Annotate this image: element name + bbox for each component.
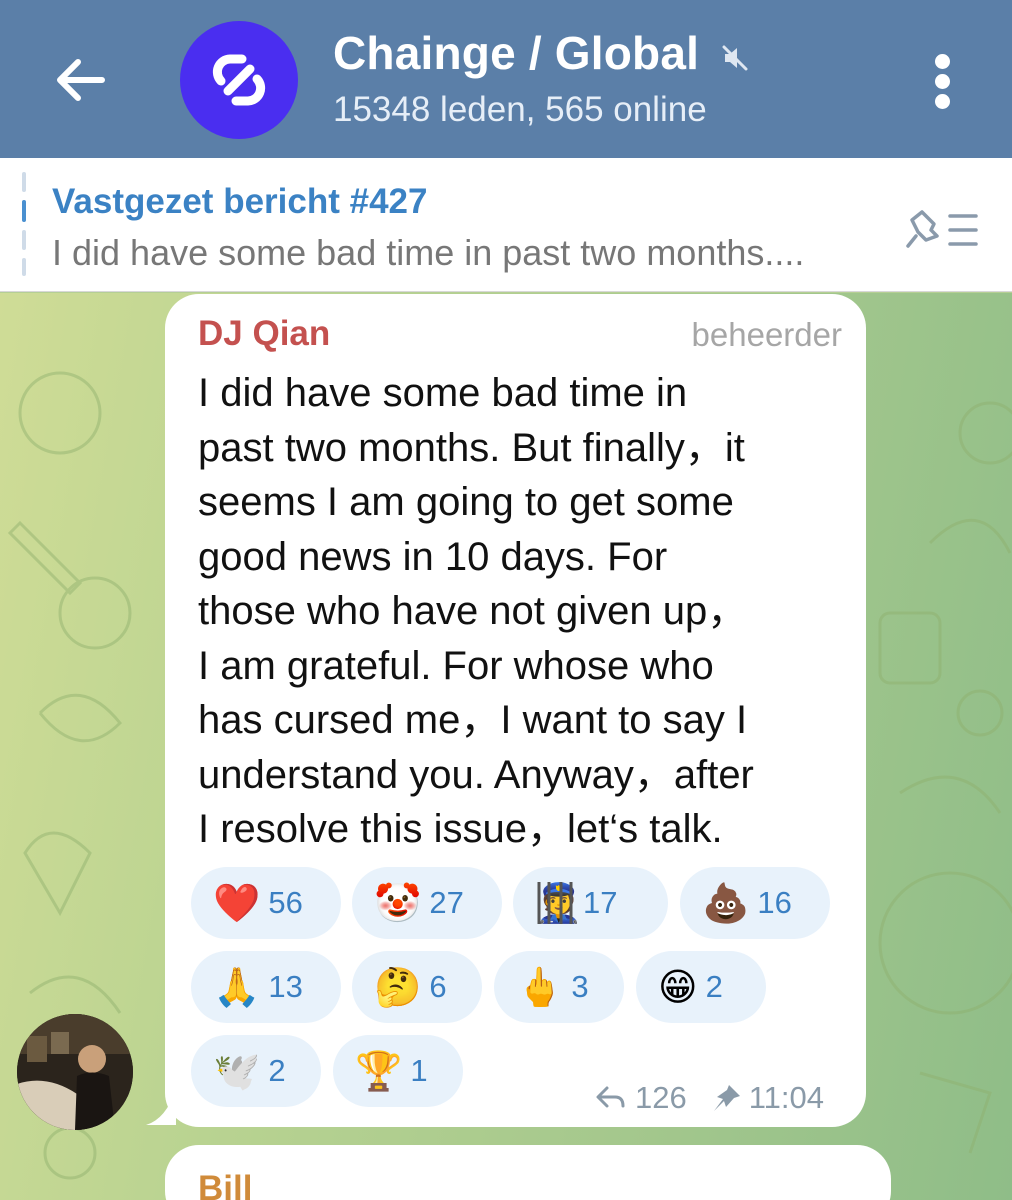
more-options-button[interactable] — [928, 52, 958, 110]
message-bubble[interactable]: DJ Qian beheerder I did have some bad ti… — [165, 294, 866, 1127]
muted-icon — [722, 30, 748, 84]
pinned-list-button[interactable] — [904, 206, 980, 254]
channel-avatar[interactable] — [180, 21, 298, 139]
message-line: good news in 10 days. For — [198, 534, 668, 579]
middle-finger-icon: 🖕 — [516, 965, 564, 1009]
reaction-count: 1 — [410, 1053, 428, 1088]
user-photo — [17, 1014, 133, 1130]
message-line: past two months. But finally，it — [198, 425, 745, 470]
message-line: understand you. Anyway，after — [198, 752, 754, 797]
chat-header: Chainge / Global 15348 leden, 565 online — [0, 0, 1012, 158]
grinning-face-icon: 😁 — [658, 965, 698, 1009]
pinned-indicator — [22, 172, 26, 278]
poop-icon: 💩 — [702, 881, 750, 925]
pin-icon — [713, 1085, 740, 1111]
message-line: I resolve this issue，let‘s talk. — [198, 807, 723, 851]
reaction-middle-finger[interactable]: 🖕 3 — [494, 951, 624, 1023]
message-text: I did have some bad time in past two mon… — [198, 366, 848, 857]
thinking-face-icon: 🤔 — [374, 965, 422, 1009]
reaction-count: 2 — [268, 1053, 286, 1088]
pinned-preview: I did have some bad time in past two mon… — [52, 232, 805, 273]
message-line: has cursed me，I want to say I — [198, 698, 748, 742]
reaction-count: 6 — [429, 969, 447, 1004]
reaction-dove[interactable]: 🕊️ 2 — [191, 1035, 321, 1107]
chainge-logo-icon — [212, 54, 266, 106]
reaction-thinking[interactable]: 🤔 6 — [352, 951, 482, 1023]
back-button[interactable] — [50, 50, 110, 110]
reaction-count: 3 — [571, 969, 589, 1004]
message-line: I did have some bad time in — [198, 371, 688, 415]
message-line: those who have not given up， — [198, 589, 748, 633]
reaction-count: 13 — [268, 969, 303, 1004]
sender-name[interactable]: DJ Qian — [198, 314, 330, 354]
reaction-count: 17 — [583, 885, 618, 920]
reaction-jail[interactable]: 👮 17 — [513, 867, 668, 939]
dot-icon — [935, 74, 950, 89]
arrow-left-icon — [57, 59, 105, 101]
reaction-pray[interactable]: 🙏 13 — [191, 951, 341, 1023]
pinned-title: Vastgezet bericht #427 — [52, 182, 428, 221]
forward-count: 126 — [635, 1080, 687, 1115]
reaction-count: 56 — [268, 885, 303, 920]
reaction-clown[interactable]: 🤡 27 — [352, 867, 502, 939]
heart-icon: ❤️ — [213, 881, 261, 925]
reaction-poop[interactable]: 💩 16 — [680, 867, 830, 939]
chat-title-text: Chainge / Global — [333, 27, 700, 79]
admin-badge: beheerder — [691, 316, 842, 353]
forward-icon — [596, 1086, 625, 1108]
message-time: 11:04 — [748, 1080, 825, 1115]
chat-title[interactable]: Chainge / Global — [333, 26, 748, 84]
user-avatar[interactable] — [17, 1014, 133, 1130]
trophy-icon: 🏆 — [355, 1049, 403, 1093]
reaction-trophy[interactable]: 🏆 1 — [333, 1035, 463, 1107]
reaction-count: 2 — [705, 969, 723, 1004]
jail-face-icon: 👮 — [535, 882, 582, 924]
reaction-grin[interactable]: 😁 2 — [636, 951, 766, 1023]
pinned-message-bar[interactable]: Vastgezet bericht #427 I did have some b… — [0, 158, 1012, 292]
reaction-count: 27 — [429, 885, 464, 920]
member-count: 15348 leden, 565 online — [333, 90, 707, 129]
dove-icon: 🕊️ — [213, 1049, 261, 1093]
next-sender-name[interactable]: Bill — [198, 1169, 252, 1200]
dot-icon — [935, 54, 950, 69]
pin-list-icon — [906, 210, 978, 248]
message-meta: 126 11:04 — [595, 1080, 824, 1116]
praying-hands-icon: 🙏 — [213, 965, 261, 1009]
dot-icon — [935, 94, 950, 109]
next-message-bubble[interactable]: Bill — [165, 1145, 891, 1200]
message-line: seems I am going to get some — [198, 480, 734, 524]
reaction-heart[interactable]: ❤️ 56 — [191, 867, 341, 939]
reaction-count: 16 — [757, 885, 792, 920]
message-line: I am grateful. For whose who — [198, 643, 714, 688]
chat-background: DJ Qian beheerder I did have some bad ti… — [0, 293, 1012, 1200]
clown-icon: 🤡 — [374, 881, 422, 925]
